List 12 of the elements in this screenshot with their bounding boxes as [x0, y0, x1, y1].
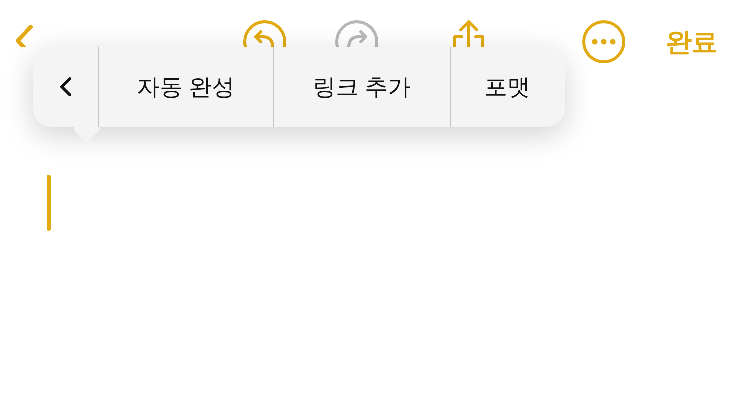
more-icon: [582, 20, 626, 64]
menu-item[interactable]: 자동 완성: [98, 47, 273, 127]
more-button[interactable]: [582, 20, 626, 64]
chevron-left-icon: [58, 76, 72, 98]
menu-item[interactable]: 링크 추가: [273, 47, 450, 127]
text-cursor: [47, 175, 51, 231]
undo-icon: [243, 20, 287, 47]
redo-icon: [335, 20, 379, 47]
undo-button[interactable]: [243, 20, 287, 47]
menu-item[interactable]: 포맷: [450, 47, 564, 127]
chevron-left-icon: [14, 24, 34, 47]
back-button[interactable]: [14, 24, 34, 47]
